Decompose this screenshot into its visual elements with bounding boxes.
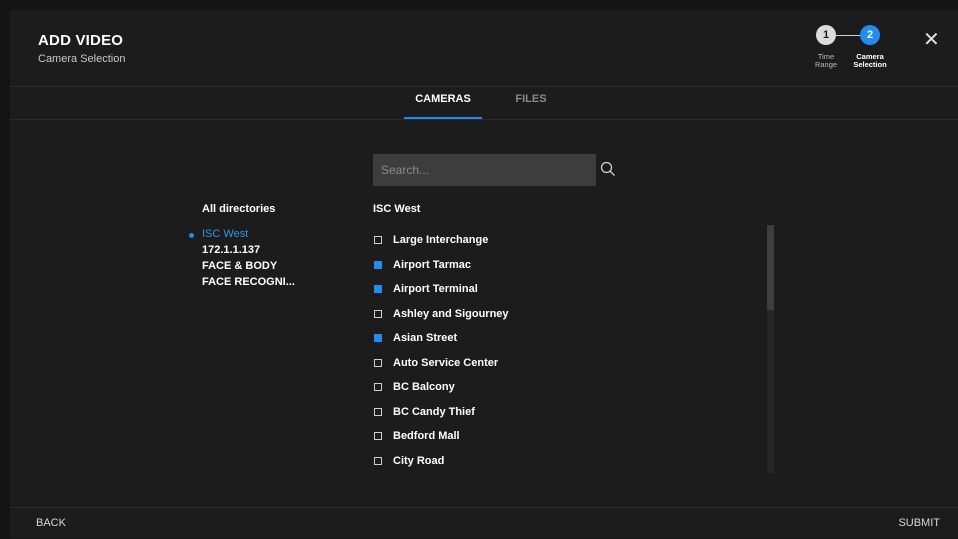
step-2-label: Camera Selection [846,53,894,69]
close-icon[interactable]: ✕ [923,27,940,52]
camera-row[interactable]: Auto Service Center [373,355,498,371]
step-connector [836,35,860,36]
camera-label: Bedford Mall [393,430,460,442]
dialog-header: ADD VIDEO Camera Selection 1 2 Time Rang… [10,10,958,87]
camera-label: BC Balcony [393,381,455,393]
scrollbar-thumb[interactable] [767,225,774,310]
camera-label: Airport Tarmac [393,259,472,271]
search-icon[interactable] [599,160,617,178]
camera-checkbox[interactable] [374,457,382,465]
tab-files[interactable]: FILES [506,93,556,105]
camera-label: City Road [393,455,445,467]
camera-row[interactable]: BC Candy Thief [373,404,475,420]
camera-list-heading: ISC West [373,203,421,215]
camera-label: Auto Service Center [393,357,499,369]
tabs-bar: CAMERAS FILES [10,87,958,120]
camera-checkbox[interactable] [374,285,382,293]
camera-checkbox[interactable] [374,383,382,391]
camera-checkbox[interactable] [374,408,382,416]
camera-row[interactable]: Airport Terminal [373,281,478,297]
directory-item-isc-west[interactable]: ISC West [202,228,248,240]
directories-heading: All directories [202,203,276,215]
camera-checkbox[interactable] [374,432,382,440]
camera-checkbox[interactable] [374,236,382,244]
camera-row[interactable]: City Road [373,453,444,469]
camera-checkbox[interactable] [374,359,382,367]
camera-label: Asian Street [393,332,458,344]
dialog-footer: BACK SUBMIT [10,507,958,539]
camera-label: Airport Terminal [393,283,478,295]
camera-checkbox[interactable] [374,334,382,342]
dialog-title: ADD VIDEO [38,32,124,49]
camera-row[interactable]: BC Balcony [373,379,455,395]
camera-label: Large Interchange [393,234,489,246]
step-1-label: Time Range [806,53,846,69]
step-2-indicator[interactable]: 2 [860,25,880,45]
add-video-dialog: ADD VIDEO Camera Selection 1 2 Time Rang… [10,10,958,538]
camera-label: BC Candy Thief [393,406,475,418]
dialog-subtitle: Camera Selection [38,53,126,65]
camera-row[interactable]: Asian Street [373,330,457,346]
camera-row[interactable]: Airport Tarmac [373,257,471,273]
directory-item-face-recognition[interactable]: FACE RECOGNI... [202,276,295,288]
camera-row[interactable]: Ashley and Sigourney [373,306,509,322]
camera-checkbox[interactable] [374,310,382,318]
back-button[interactable]: BACK [36,517,66,529]
camera-checkbox[interactable] [374,261,382,269]
search-input[interactable] [373,154,596,186]
submit-button[interactable]: SUBMIT [898,517,940,529]
step-2-label-line2: Selection [853,60,887,69]
camera-label: Ashley and Sigourney [393,308,509,320]
step-1-label-line2: Range [814,60,838,69]
selected-directory-dot [189,233,194,238]
step-1-indicator[interactable]: 1 [816,25,836,45]
tab-cameras[interactable]: CAMERAS [404,93,482,119]
camera-row[interactable]: Large Interchange [373,232,488,248]
camera-row[interactable]: Bedford Mall [373,428,460,444]
directory-item-face-body[interactable]: FACE & BODY [202,260,277,272]
directory-item-172-1-1-137[interactable]: 172.1.1.137 [202,244,260,256]
